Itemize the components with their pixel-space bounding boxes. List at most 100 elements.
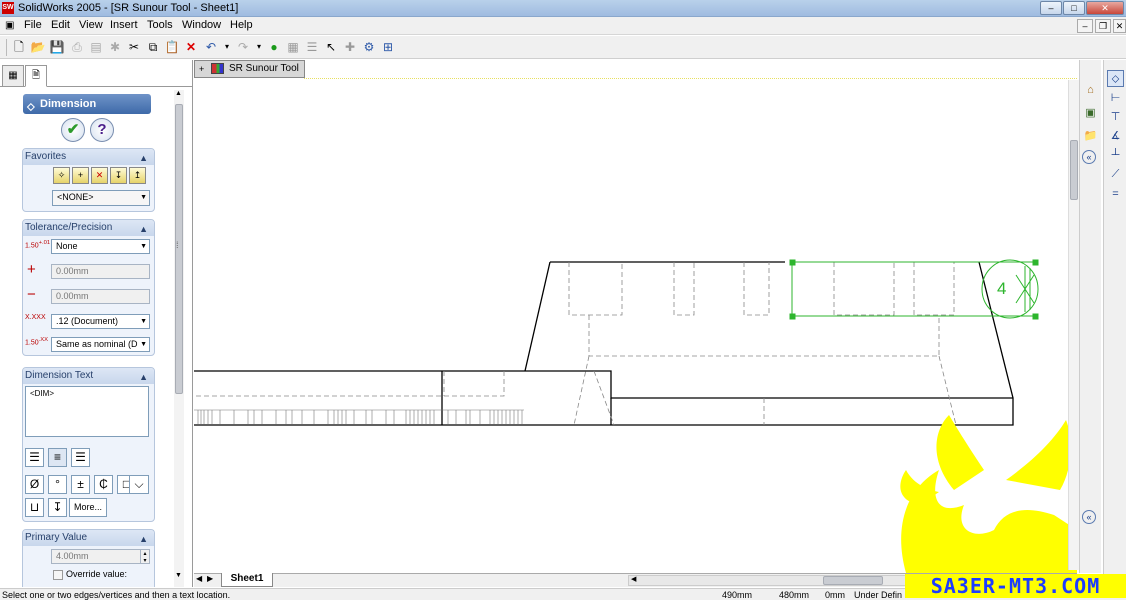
undo-icon[interactable]: ↶ (203, 39, 219, 55)
sheet-next-icon[interactable]: ▶ (207, 574, 213, 583)
ordinate-dimension-icon[interactable]: ┴ (1107, 147, 1124, 164)
save-favorite-icon[interactable]: ↧ (110, 167, 127, 184)
counterbore-icon[interactable]: ⊔ (25, 498, 44, 517)
maximize-button[interactable]: □ (1063, 1, 1085, 15)
collapse-caret-icon: ▲ (139, 534, 148, 544)
delete-favorite-icon[interactable]: ✕ (91, 167, 108, 184)
primary-precision-select[interactable]: .12 (Document) ▼ (51, 314, 150, 329)
plus-tolerance-input[interactable]: 0.00mm (51, 264, 150, 279)
publish-icon[interactable]: ✱ (107, 39, 123, 55)
delete-icon[interactable]: ✕ (183, 39, 199, 55)
smart-dimension-icon[interactable]: ⬦ (1107, 70, 1124, 87)
copy-icon[interactable]: ⧉ (145, 39, 161, 55)
pane-scrollbar[interactable]: ▲ ▼ (174, 90, 184, 587)
align-left-icon[interactable]: ☰ (25, 448, 44, 467)
redo-dropdown-icon[interactable]: ▾ (251, 39, 267, 55)
scroll-down-icon[interactable]: ▼ (175, 572, 182, 579)
favorites-header[interactable]: Favorites ▲ (23, 149, 154, 165)
feature-manager-tab[interactable]: ▦ (2, 65, 24, 87)
primary-value-header[interactable]: Primary Value ▲ (23, 530, 154, 546)
minus-tolerance-input[interactable]: 0.00mm (51, 289, 150, 304)
home-icon[interactable]: ⌂ (1082, 82, 1099, 99)
grid-icon[interactable]: ▦ (285, 39, 301, 55)
scroll-thumb[interactable] (1070, 140, 1078, 200)
more-symbols-button[interactable]: More... (69, 498, 107, 517)
dimension-equal-icon[interactable]: = (1107, 186, 1124, 203)
open-folder-icon[interactable]: 📂 (30, 39, 46, 55)
sheet-tab-sheet1[interactable]: Sheet1 (221, 573, 273, 587)
align-right-icon[interactable]: ☰ (71, 448, 90, 467)
file-explorer-icon[interactable]: 📁 (1082, 128, 1099, 145)
property-manager-tab[interactable]: 🗎 (25, 65, 47, 87)
list-icon[interactable]: ☰ (304, 39, 320, 55)
degree-symbol-button[interactable]: ° (48, 475, 67, 494)
menu-file[interactable]: File (24, 19, 42, 31)
save-icon[interactable]: 💾 (49, 39, 65, 55)
diameter-symbol-button[interactable]: Ø (25, 475, 44, 494)
print-preview-icon[interactable]: ▤ (88, 39, 104, 55)
menu-insert[interactable]: Insert (110, 19, 138, 31)
print-icon[interactable]: ⎙ (69, 39, 85, 55)
tolerance-precision-select[interactable]: Same as nominal (D ▼ (51, 337, 150, 352)
load-favorite-icon[interactable]: ↥ (129, 167, 146, 184)
sketch-icon[interactable]: ✚ (342, 39, 358, 55)
document-menu-icon[interactable]: ▣ (5, 20, 14, 31)
add-favorite-icon[interactable]: + (72, 167, 89, 184)
collapse-task-pane-icon[interactable]: « (1082, 150, 1096, 164)
minimize-button[interactable]: – (1040, 1, 1062, 15)
centerline-symbol-button[interactable]: ₵ (94, 475, 113, 494)
countersink-symbol-button[interactable]: ⌵ (129, 475, 149, 494)
window-icon[interactable]: ⊞ (380, 39, 396, 55)
chamfer-dimension-icon[interactable]: ⟋ (1107, 166, 1124, 183)
apply-favorite-icon[interactable]: ✧ (53, 167, 70, 184)
cut-icon[interactable]: ✂ (126, 39, 142, 55)
plus-minus-symbol-button[interactable]: ± (71, 475, 90, 494)
angular-dimension-icon[interactable]: ∡ (1107, 128, 1124, 145)
horizontal-dimension-icon[interactable]: ⊢ (1107, 90, 1124, 107)
drawing-area[interactable]: + SR Sunour Tool 4 (194, 60, 1077, 573)
pane-splitter-grip[interactable]: ⁞ (176, 240, 179, 250)
menu-window[interactable]: Window (182, 19, 221, 31)
document-vertical-scrollbar[interactable] (1068, 80, 1079, 570)
sheet-prev-icon[interactable]: ◀ (196, 574, 202, 583)
dimension-text-area[interactable]: <DIM> (25, 386, 149, 437)
depth-icon[interactable]: ↧ (48, 498, 67, 517)
tolerance-precision-icon: 1.50.XX (25, 337, 49, 347)
favorites-label: Favorites (25, 151, 67, 162)
collapse-caret-icon: ▲ (139, 153, 148, 163)
align-center-icon[interactable]: ≡ (48, 448, 67, 467)
favorites-select[interactable]: <NONE> ▼ (52, 190, 150, 206)
redo-icon[interactable]: ↷ (235, 39, 251, 55)
expand-task-pane-icon[interactable]: « (1082, 510, 1096, 524)
doc-minimize-button[interactable]: – (1077, 19, 1093, 33)
select-pointer-icon[interactable]: ↖ (323, 39, 339, 55)
design-library-icon[interactable]: ▣ (1082, 105, 1099, 122)
override-value-checkbox[interactable] (53, 570, 63, 580)
menu-edit[interactable]: Edit (51, 19, 70, 31)
new-document-icon[interactable]: 🗋 (11, 39, 27, 55)
rebuild-icon[interactable]: ● (266, 39, 282, 55)
pm-title-label: Dimension (40, 98, 97, 110)
doc-close-button[interactable]: ✕ (1113, 19, 1126, 33)
scroll-up-icon[interactable]: ▲ (175, 90, 182, 97)
help-button[interactable]: ? (90, 118, 114, 142)
dimension-value-label[interactable]: 4 (997, 279, 1006, 298)
undo-dropdown-icon[interactable]: ▾ (219, 39, 235, 55)
options-icon[interactable]: ⚙ (361, 39, 377, 55)
value-spinner[interactable]: ▴ ▾ (140, 549, 150, 564)
menu-view[interactable]: View (79, 19, 103, 31)
doc-restore-button[interactable]: ❐ (1095, 19, 1111, 33)
tolerance-type-select[interactable]: None ▼ (51, 239, 150, 254)
close-button[interactable]: ✕ (1086, 1, 1124, 15)
primary-value-input[interactable]: 4.00mm (51, 549, 141, 564)
paste-icon[interactable]: 📋 (164, 39, 180, 55)
dimension-text-header[interactable]: Dimension Text ▲ (23, 368, 154, 384)
vertical-dimension-icon[interactable]: ⊤ (1107, 109, 1124, 126)
scroll-left-icon[interactable]: ◀ (631, 575, 636, 583)
scroll-thumb[interactable] (823, 576, 883, 585)
tolerance-header[interactable]: Tolerance/Precision ▲ (23, 220, 154, 236)
menu-help[interactable]: Help (230, 19, 253, 31)
menu-tools[interactable]: Tools (147, 19, 173, 31)
ok-button[interactable]: ✔ (61, 118, 85, 142)
override-value-label: Override value: (66, 569, 128, 579)
